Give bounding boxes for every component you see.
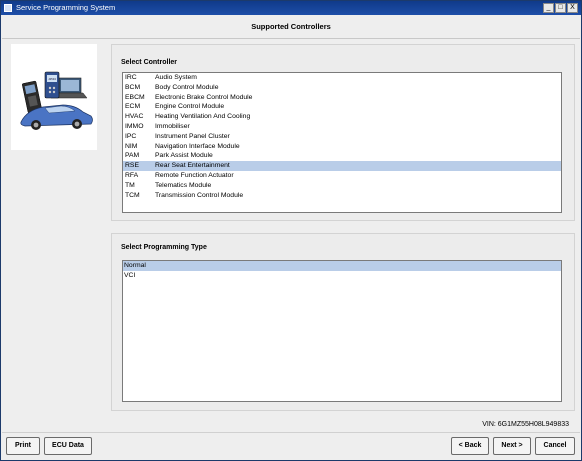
- select-controller-title: Select Controller: [121, 59, 178, 66]
- list-item[interactable]: TCM Transmission Control Module: [123, 191, 561, 201]
- list-item-selected[interactable]: Normal: [123, 261, 561, 271]
- list-item[interactable]: VCI: [123, 271, 561, 281]
- list-item[interactable]: BCM Body Control Module: [123, 83, 561, 93]
- select-controller-group: Select Controller IRC Audio System BCM Bod…: [111, 44, 575, 221]
- list-item[interactable]: RFA Remote Function Actuator: [123, 171, 561, 181]
- list-item[interactable]: PAM Park Assist Module: [123, 151, 561, 161]
- back-button[interactable]: < Back: [451, 437, 489, 455]
- device-label: J2534: [48, 77, 56, 81]
- footer-divider: [2, 432, 580, 433]
- list-item-selected[interactable]: RSE Rear Seat Entertainment: [123, 161, 561, 171]
- list-item[interactable]: HVAC Heating Ventilation And Cooling: [123, 112, 561, 122]
- list-item[interactable]: IMMO Immobiliser: [123, 122, 561, 132]
- list-item[interactable]: ECM Engine Control Module: [123, 102, 561, 112]
- list-item[interactable]: NIM Navigation Interface Module: [123, 142, 561, 152]
- page-header: Supported Controllers: [2, 15, 580, 39]
- print-button[interactable]: Print: [6, 437, 40, 455]
- list-item[interactable]: IPC Instrument Panel Cluster: [123, 132, 561, 142]
- car-diagnostic-illustration: J2534: [20, 71, 93, 130]
- vin-label: VIN: 6G1MZ55H08L949833: [482, 421, 569, 428]
- select-programming-type-group: Select Programming Type Normal VCI: [111, 233, 575, 411]
- close-button[interactable]: X: [567, 3, 578, 13]
- window-controls: _ □ X: [543, 3, 578, 13]
- maximize-button[interactable]: □: [555, 3, 566, 13]
- ecu-data-button[interactable]: ECU Data: [44, 437, 92, 455]
- next-button[interactable]: Next >: [493, 437, 531, 455]
- app-icon: [4, 4, 12, 12]
- cancel-button[interactable]: Cancel: [535, 437, 575, 455]
- list-item[interactable]: TM Telematics Module: [123, 181, 561, 191]
- app-window: Service Programming System _ □ X Support…: [0, 0, 582, 461]
- list-item[interactable]: IRC Audio System: [123, 73, 561, 83]
- programming-type-list[interactable]: Normal VCI: [122, 260, 562, 402]
- window-title: Service Programming System: [16, 3, 116, 12]
- page-title: Supported Controllers: [251, 22, 331, 31]
- product-image: J2534: [11, 44, 97, 150]
- list-item[interactable]: EBCM Electronic Brake Control Module: [123, 93, 561, 103]
- title-bar[interactable]: Service Programming System _ □ X: [1, 1, 581, 15]
- controller-list[interactable]: IRC Audio System BCM Body Control Module E…: [122, 72, 562, 213]
- minimize-button[interactable]: _: [543, 3, 554, 13]
- select-programming-type-title: Select Programming Type: [121, 244, 207, 251]
